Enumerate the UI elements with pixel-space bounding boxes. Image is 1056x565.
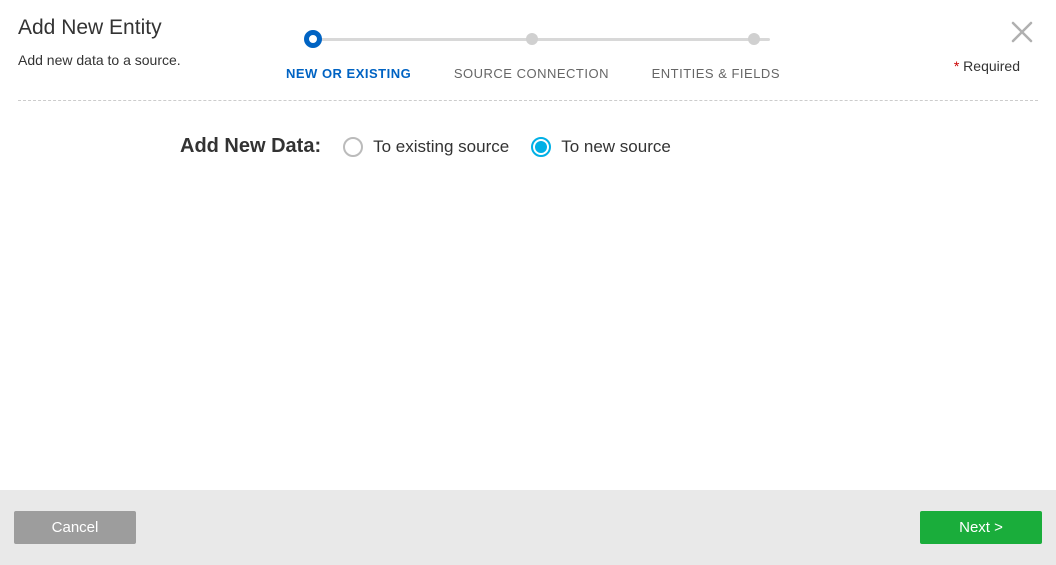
section-divider [18,100,1038,101]
radio-label-new: To new source [561,137,671,157]
close-icon[interactable] [1010,20,1034,49]
stepper-dot-source-connection [526,33,538,45]
cancel-button[interactable]: Cancel [14,511,136,544]
source-type-radio-group: To existing source To new source [343,137,671,157]
required-indicator: Required [954,58,1020,74]
stepper-label-new-or-existing: NEW OR EXISTING [286,66,411,81]
stepper-label-entities-fields: ENTITIES & FIELDS [652,66,780,81]
stepper-label-source-connection: SOURCE CONNECTION [454,66,609,81]
radio-circle-checked-icon [531,137,551,157]
next-button[interactable]: Next > [920,511,1042,544]
dialog-footer: Cancel Next > [0,490,1056,565]
radio-circle-icon [343,137,363,157]
radio-new-source[interactable]: To new source [531,137,671,157]
radio-existing-source[interactable]: To existing source [343,137,509,157]
stepper-dot-entities-fields [748,33,760,45]
stepper-dot-new-or-existing[interactable] [304,30,322,48]
wizard-stepper: NEW OR EXISTING SOURCE CONNECTION ENTITI… [286,30,780,81]
stepper-line [312,38,770,41]
radio-label-existing: To existing source [373,137,509,157]
add-new-data-label: Add New Data: [180,135,321,158]
